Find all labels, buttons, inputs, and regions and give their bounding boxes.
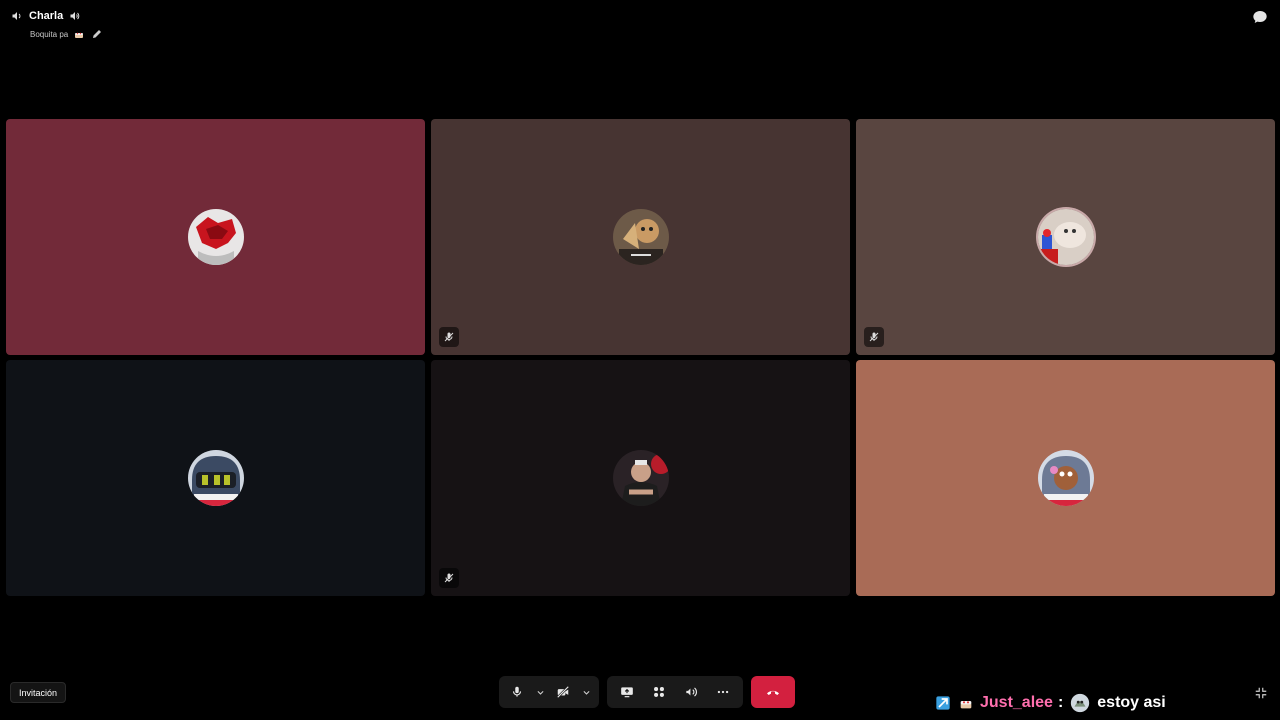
microphone-button[interactable] xyxy=(503,679,531,705)
avatar xyxy=(612,450,669,506)
activities-icon xyxy=(654,687,664,697)
more-options-button[interactable] xyxy=(707,679,739,705)
participant-tile[interactable] xyxy=(431,360,850,596)
chevron-down-icon xyxy=(536,690,544,695)
chat-username: Just_alee xyxy=(980,694,1053,711)
channel-status-text: Boquita pa xyxy=(30,29,69,39)
chat-separator: : xyxy=(1057,694,1064,711)
soundboard-icon xyxy=(686,687,697,697)
participant-tile[interactable] xyxy=(431,119,850,355)
mic-muted-icon xyxy=(439,327,459,347)
participant-tile[interactable] xyxy=(856,119,1275,355)
media-controls xyxy=(499,676,599,708)
avatar xyxy=(1037,450,1094,506)
avatar xyxy=(1037,209,1094,265)
screen-share-button[interactable] xyxy=(611,679,643,705)
more-icon xyxy=(717,690,729,694)
activities-button[interactable] xyxy=(643,679,675,705)
disconnect-button[interactable] xyxy=(751,676,795,708)
participant-tile[interactable] xyxy=(6,119,425,355)
hang-up-icon xyxy=(767,690,779,695)
chevron-down-icon xyxy=(582,690,590,695)
invite-button[interactable]: Invitación xyxy=(10,682,67,703)
pencil-icon[interactable] xyxy=(90,27,104,41)
emote-icon xyxy=(1068,691,1092,715)
avatar xyxy=(612,209,669,265)
channel-name[interactable]: Charla xyxy=(29,10,63,22)
exit-fullscreen-icon[interactable] xyxy=(1254,686,1268,700)
channel-status[interactable]: Boquita pa xyxy=(10,27,104,41)
stream-chat-overlay: Just_alee : estoy asi xyxy=(934,692,1166,714)
participant-tile[interactable] xyxy=(6,360,425,596)
camera-options-button[interactable] xyxy=(577,679,595,705)
badge-icon xyxy=(934,694,952,712)
cake-emoji-icon xyxy=(72,27,86,41)
speaker-volume-icon xyxy=(68,9,82,23)
camera-button[interactable] xyxy=(549,679,577,705)
mic-muted-icon xyxy=(439,568,459,588)
call-controls xyxy=(499,676,795,708)
avatar xyxy=(187,450,244,506)
camera-off-icon xyxy=(556,685,570,699)
mic-muted-icon xyxy=(864,327,884,347)
screen-share-icon xyxy=(621,687,633,698)
chat-bubble-icon[interactable] xyxy=(1252,9,1268,25)
voice-channel-header: Charla Boquita pa xyxy=(10,8,104,41)
participant-tile[interactable] xyxy=(856,360,1275,596)
microphone-icon xyxy=(512,686,522,697)
soundboard-button[interactable] xyxy=(675,679,707,705)
microphone-options-button[interactable] xyxy=(531,679,549,705)
speaker-icon xyxy=(10,9,24,23)
chat-message: estoy asi xyxy=(1097,694,1166,711)
avatar xyxy=(187,209,244,265)
cake-emoji-icon xyxy=(957,694,975,712)
participant-grid xyxy=(6,119,1275,596)
feature-controls xyxy=(607,676,743,708)
